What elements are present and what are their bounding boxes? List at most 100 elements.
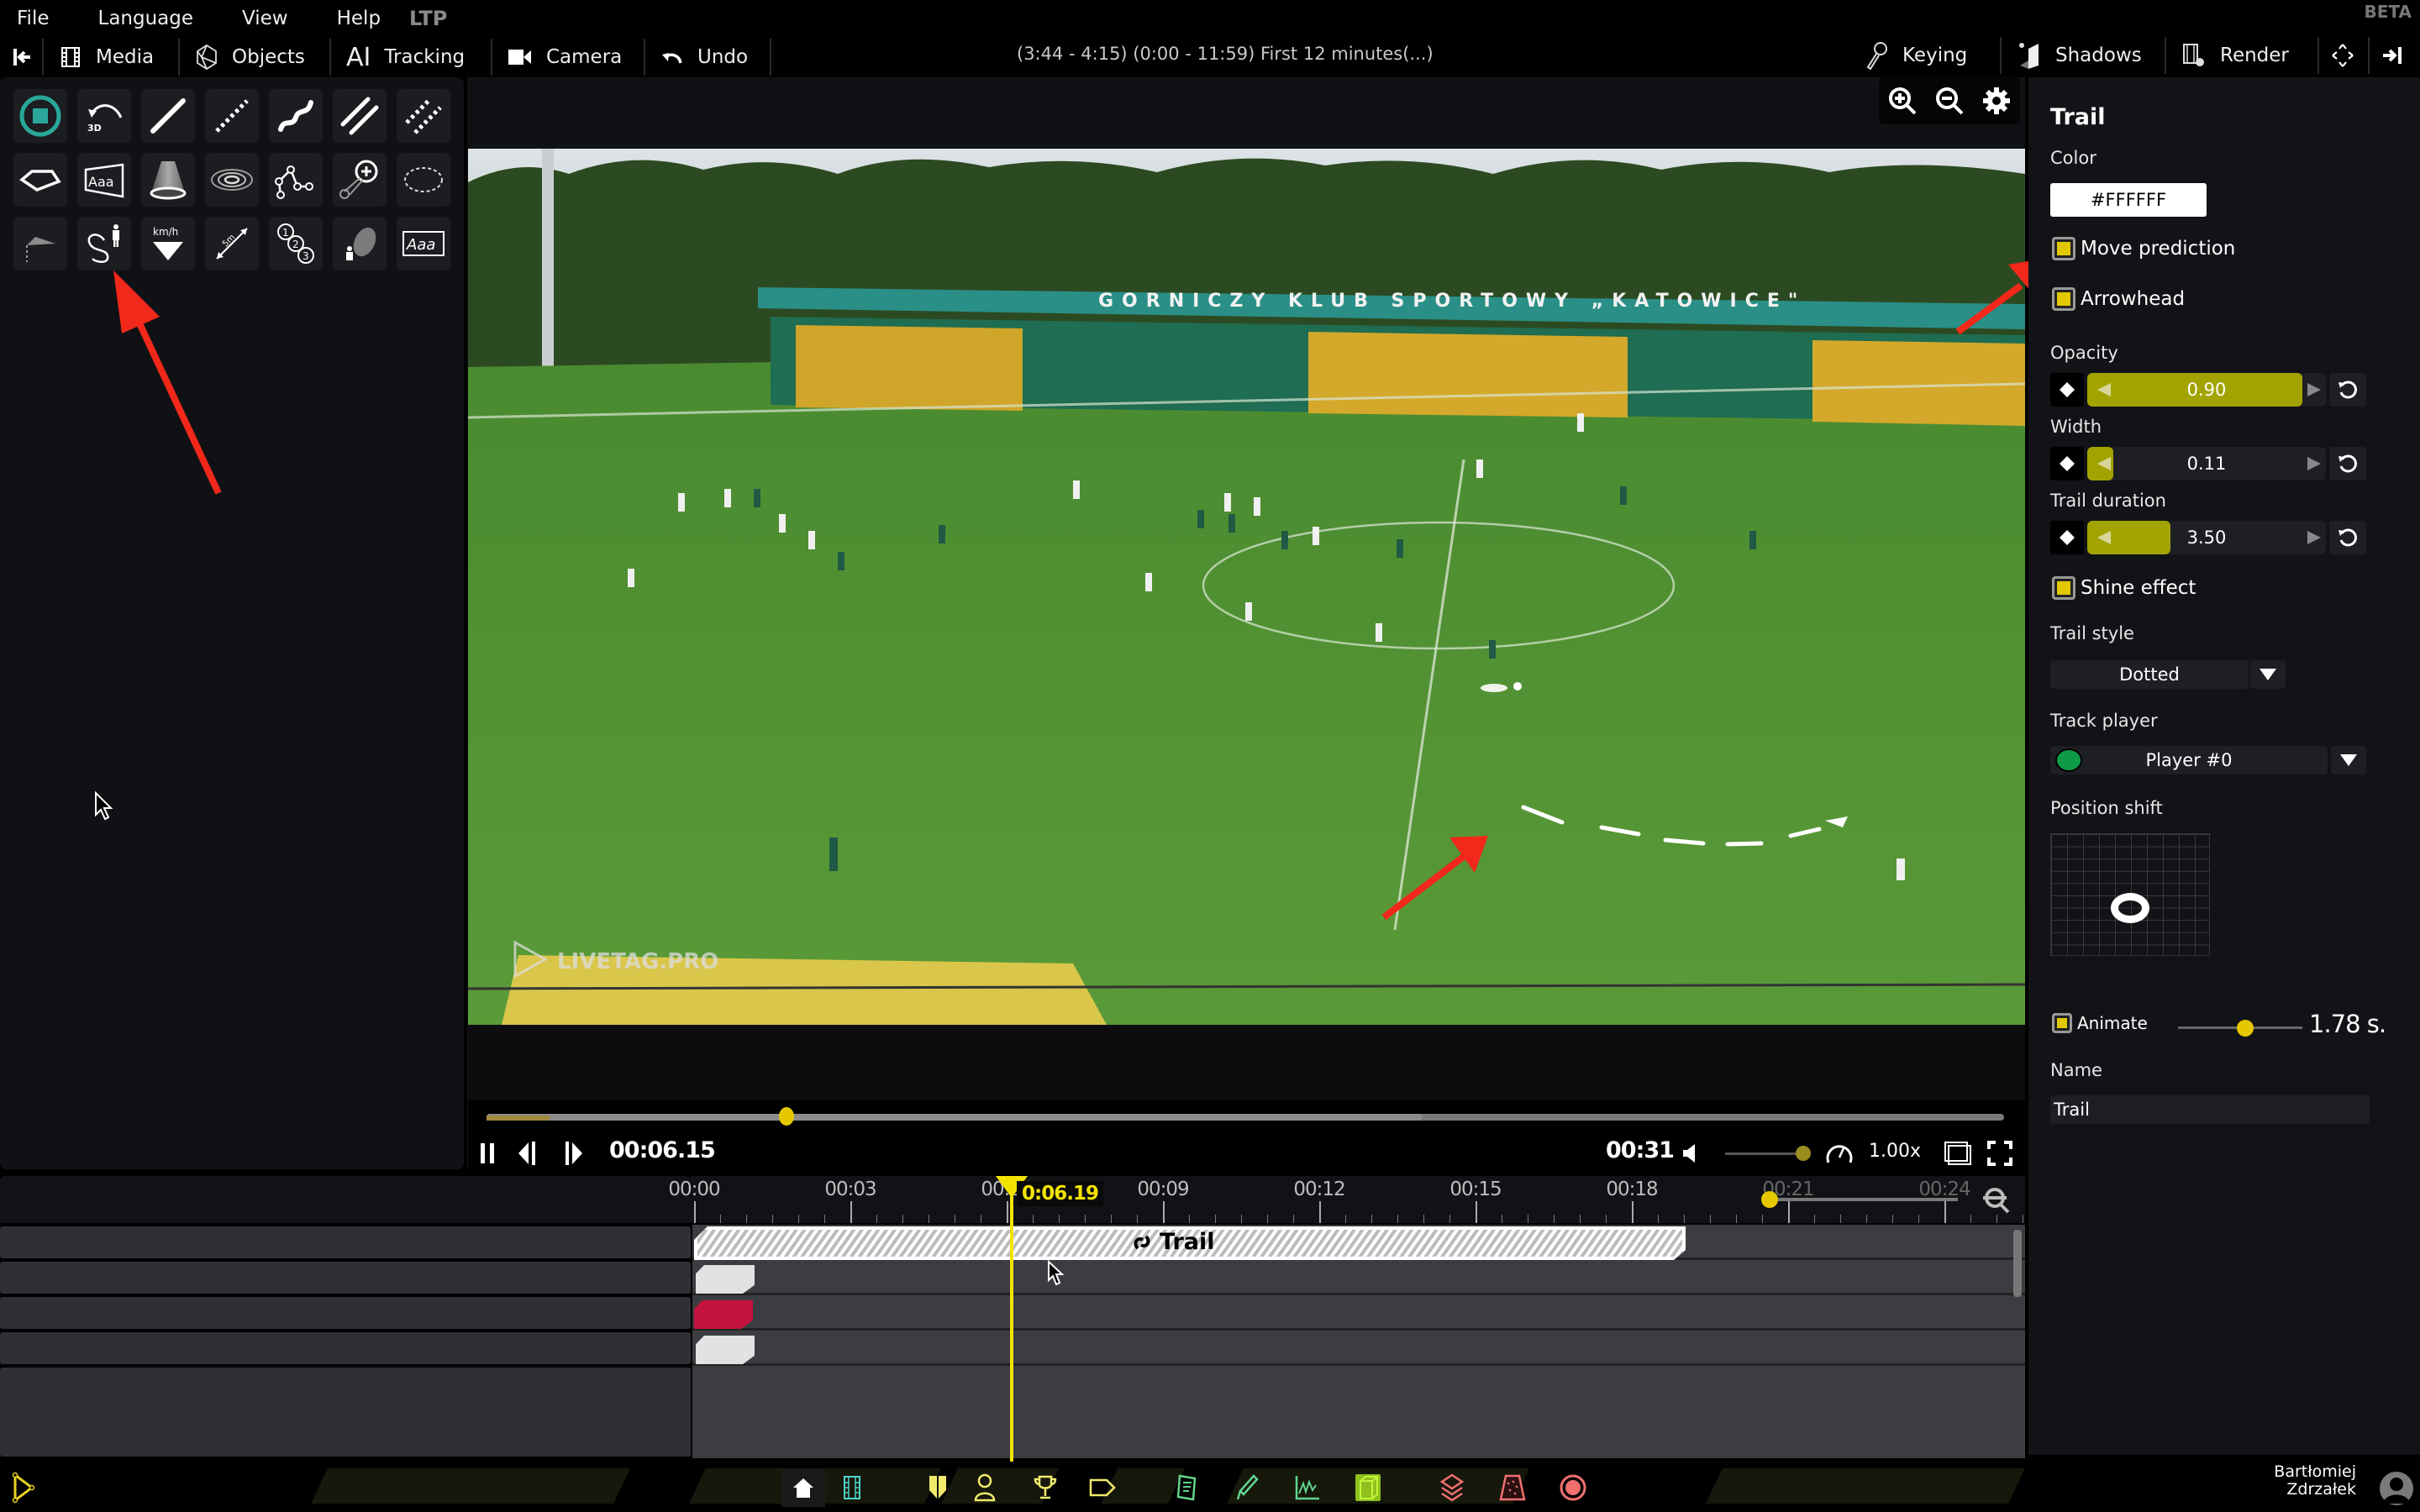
checkbox-checked[interactable] (2052, 237, 2075, 260)
track-row[interactable] (692, 1295, 2025, 1331)
opacity-reset-button[interactable] (2329, 373, 2366, 407)
tab-tracking[interactable]: AI Tracking (331, 39, 492, 76)
track-header[interactable] (0, 1297, 691, 1329)
tool-double-dashed-line[interactable] (397, 89, 450, 143)
collapse-left-button[interactable] (0, 39, 44, 76)
tool-dashed-line[interactable] (205, 89, 259, 143)
nav-layers[interactable] (1430, 1468, 1474, 1507)
width-keyframe-button[interactable] (2050, 447, 2084, 480)
nav-record[interactable] (1551, 1468, 1595, 1507)
nav-notes[interactable] (1165, 1468, 1208, 1507)
checkbox-checked[interactable] (2052, 1013, 2072, 1033)
timeline-zoom-thumb[interactable] (1761, 1191, 1778, 1208)
position-shift-knob[interactable] (2111, 893, 2149, 923)
tool-connected-players[interactable] (269, 153, 323, 207)
tool-spotlight[interactable] (141, 153, 195, 207)
tool-dashed-ellipse[interactable] (397, 153, 450, 207)
timeline-scrollbar[interactable] (2013, 1230, 2022, 1297)
nav-competitions[interactable] (1023, 1468, 1067, 1507)
timeline-zoom-slider[interactable] (1771, 1198, 1958, 1201)
tool-text-box[interactable]: Aaa (397, 217, 450, 270)
tool-solid-line[interactable] (141, 89, 195, 143)
volume-icon[interactable] (1681, 1142, 1698, 1164)
seek-thumb[interactable] (779, 1107, 794, 1126)
trail-clip[interactable]: Trail (694, 1226, 1686, 1260)
move-prediction-checkbox[interactable]: Move prediction (2052, 237, 2235, 260)
tool-curve-3d[interactable]: 3D (77, 89, 131, 143)
track-header[interactable] (0, 1226, 691, 1258)
menu-view[interactable]: View (242, 8, 288, 29)
track-player-dropdown-arrow[interactable] (2331, 746, 2366, 774)
track-player-select[interactable]: Player #0 (2050, 746, 2328, 774)
arrowhead-checkbox[interactable]: Arrowhead (2052, 287, 2185, 311)
pause-icon[interactable] (478, 1141, 498, 1166)
tab-camera[interactable]: Camera (492, 39, 645, 76)
zoom-out-icon[interactable] (1933, 85, 1965, 117)
track-row[interactable] (692, 1331, 2025, 1366)
tool-numbered-players[interactable]: 123 (269, 217, 323, 270)
width-reset-button[interactable] (2329, 447, 2366, 480)
keyframe-clip[interactable] (696, 1265, 755, 1294)
nav-players[interactable] (963, 1468, 1007, 1507)
tool-perspective-text[interactable]: Aaa (77, 153, 131, 207)
zoom-in-icon[interactable] (1886, 85, 1918, 117)
tool-target-rings[interactable] (205, 153, 259, 207)
settings-gear-icon[interactable] (1981, 85, 2012, 117)
track-row[interactable] (692, 1260, 2025, 1295)
volume-thumb[interactable] (1796, 1146, 1811, 1161)
nav-teams[interactable] (916, 1468, 960, 1507)
trail-style-select[interactable]: Dotted (2050, 660, 2249, 689)
menu-file[interactable]: File (17, 8, 50, 29)
tool-record-circle[interactable] (13, 89, 67, 143)
nav-media[interactable] (830, 1468, 874, 1507)
name-input[interactable] (2050, 1095, 2370, 1124)
user-name[interactable]: Bartłomiej Zdrzałek (2274, 1463, 2356, 1499)
nav-net[interactable] (1491, 1468, 1534, 1507)
track-header[interactable] (0, 1332, 691, 1364)
step-back-icon[interactable] (515, 1139, 540, 1168)
opacity-track[interactable]: 0.90 (2087, 373, 2326, 407)
speed-gauge-icon[interactable] (1824, 1141, 1854, 1166)
tab-render[interactable]: Render (2166, 37, 2319, 74)
duration-track[interactable]: 3.50 (2087, 521, 2326, 554)
avatar[interactable] (2380, 1472, 2413, 1505)
duration-keyframe-button[interactable] (2050, 521, 2084, 554)
checkbox-checked[interactable] (2052, 287, 2075, 311)
fullscreen-icon[interactable] (1987, 1141, 2012, 1166)
app-logo-icon[interactable] (12, 1472, 35, 1504)
tab-shadows[interactable]: Shadows (2002, 37, 2166, 74)
volume-slider[interactable] (1725, 1152, 1802, 1155)
shine-effect-checkbox[interactable]: Shine effect (2052, 576, 2196, 600)
tool-magnifier[interactable] (333, 153, 387, 207)
nav-3d[interactable] (1346, 1468, 1390, 1507)
opacity-keyframe-button[interactable] (2050, 373, 2084, 407)
nav-home[interactable] (781, 1468, 825, 1507)
playhead[interactable] (1010, 1176, 1013, 1462)
width-track[interactable]: 0.11 (2087, 447, 2326, 480)
tool-player-ghost[interactable] (333, 217, 387, 270)
trail-style-dropdown-arrow[interactable] (2250, 660, 2286, 689)
animate-checkbox[interactable]: Animate (2052, 1013, 2148, 1033)
nav-tags[interactable] (1081, 1468, 1124, 1507)
collapse-right-button[interactable] (2370, 37, 2420, 74)
tool-flag[interactable] (13, 217, 67, 270)
position-shift-pad[interactable] (2050, 833, 2210, 956)
keyframe-clip[interactable] (696, 1336, 755, 1364)
menu-help[interactable]: Help (337, 8, 381, 29)
menu-language[interactable]: Language (98, 8, 194, 29)
step-forward-icon[interactable] (562, 1139, 587, 1168)
color-picker[interactable]: #FFFFFF (2050, 183, 2207, 217)
animate-thumb[interactable] (2237, 1020, 2254, 1037)
tool-wavy-line[interactable] (269, 89, 323, 143)
tab-media[interactable]: Media (44, 39, 180, 76)
duration-reset-button[interactable] (2329, 521, 2366, 554)
tab-keying[interactable]: Keying (1850, 37, 2002, 74)
keyframe-clip[interactable] (694, 1300, 753, 1329)
checkbox-checked[interactable] (2052, 576, 2075, 600)
timeline-zoom-fit-icon[interactable] (1980, 1186, 2013, 1215)
move-view-button[interactable] (2319, 37, 2370, 74)
playback-speed[interactable]: 1.00x (1869, 1141, 1921, 1162)
tool-double-line[interactable] (333, 89, 387, 143)
nav-draw[interactable] (1225, 1468, 1269, 1507)
track-header[interactable] (0, 1262, 691, 1294)
